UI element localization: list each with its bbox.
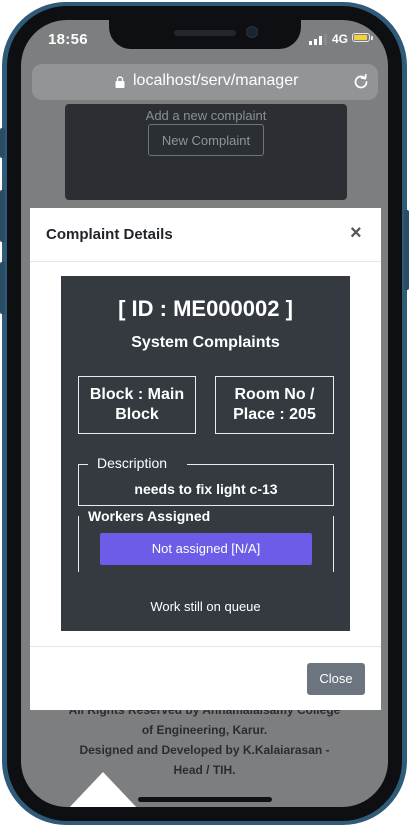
address-bar[interactable]: localhost/serv/manager [32,64,378,100]
notch [109,20,301,49]
phone-screen: 18:56 4G localhost/serv/manager Add a ne… [21,20,388,807]
status-time: 18:56 [48,31,88,48]
block-label-line1: Block : Main [89,386,185,403]
description-border-right [187,464,334,465]
reload-icon[interactable] [352,73,370,91]
room-label-line2: Place : 205 [233,406,316,423]
battery-icon [352,33,370,42]
volume-up-button [0,190,5,242]
description-border-left [78,464,88,465]
new-complaint-hint: Add a new complaint [145,108,267,123]
phone-mockup: 18:56 4G localhost/serv/manager Add a ne… [0,0,409,827]
complaint-id: [ ID : ME000002 ] [118,296,293,321]
home-indicator[interactable] [138,797,272,802]
complaint-panel: [ ID : ME000002 ] System Complaints Bloc… [61,276,350,631]
signal-icon [309,34,327,45]
close-button[interactable]: Close [307,663,365,695]
room-label-line1: Room No / [234,386,315,403]
block-box: Block : Main Block [78,376,196,434]
scroll-up-arrow[interactable] [67,772,139,807]
complaint-category: System Complaints [131,334,280,351]
footer-line-2: of Engineering, Karur. [141,723,268,737]
battery-tip [371,36,373,40]
modal-footer-divider [30,646,381,647]
complaint-details-modal: Complaint Details × [ ID : ME000002 ] Sy… [30,208,381,710]
footer-line-3: Designed and Developed by K.Kalaiarasan … [79,743,330,757]
close-icon[interactable]: × [350,222,362,245]
work-status: Work still on queue [150,599,261,614]
mute-switch [0,128,5,158]
lock-icon [115,76,125,88]
workers-legend: Workers Assigned [88,508,211,524]
modal-title: Complaint Details [46,226,173,243]
speaker-grille [174,30,236,36]
description-text: needs to fix light c-13 [134,481,278,497]
block-label-line2: Block [115,406,159,423]
new-complaint-card: Add a new complaint New Complaint [65,104,347,200]
power-button [404,210,409,290]
description-legend: Description [97,455,168,471]
url-text: localhost/serv/manager [133,72,299,89]
camera-icon [246,26,258,38]
new-complaint-button[interactable]: New Complaint [148,124,264,156]
network-type: 4G [332,32,349,46]
modal-header-divider [30,261,381,262]
volume-down-button [0,262,5,314]
page-footer: All Rights Reserved by Annamalaisamy Col… [21,700,388,780]
not-assigned-badge[interactable]: Not assigned [N/A] [100,533,312,565]
room-box: Room No / Place : 205 [215,376,334,434]
